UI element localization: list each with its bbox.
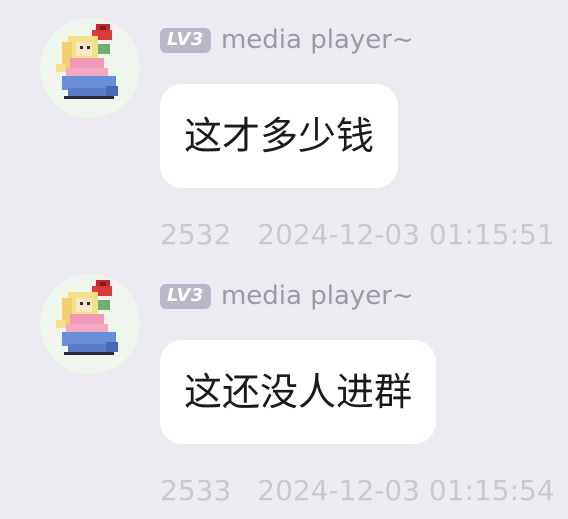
- avatar[interactable]: [40, 18, 140, 118]
- message-timestamp: 2024-12-03 01:15:54: [257, 474, 555, 507]
- username[interactable]: media player~: [221, 22, 414, 58]
- message-text: 这才多少钱: [184, 114, 375, 158]
- message-bubble[interactable]: 这才多少钱: [160, 84, 399, 188]
- avatar[interactable]: [40, 274, 140, 374]
- sender-info: LV3 media player~: [160, 278, 414, 314]
- message-text: 这还没人进群: [184, 370, 413, 414]
- sender-info: LV3 media player~: [160, 22, 414, 58]
- message-meta: 2533 2024-12-03 01:15:54: [160, 471, 555, 511]
- message-id: 2533: [160, 474, 232, 507]
- pixel-character-icon: [56, 280, 118, 355]
- message-id: 2532: [160, 218, 232, 251]
- level-badge: LV3: [160, 27, 211, 53]
- pixel-character-icon: [56, 24, 118, 99]
- level-badge: LV3: [160, 283, 211, 309]
- message-timestamp: 2024-12-03 01:15:51: [257, 218, 555, 251]
- message-bubble[interactable]: 这还没人进群: [160, 340, 437, 444]
- message-meta: 2532 2024-12-03 01:15:51: [160, 215, 555, 255]
- username[interactable]: media player~: [221, 278, 414, 314]
